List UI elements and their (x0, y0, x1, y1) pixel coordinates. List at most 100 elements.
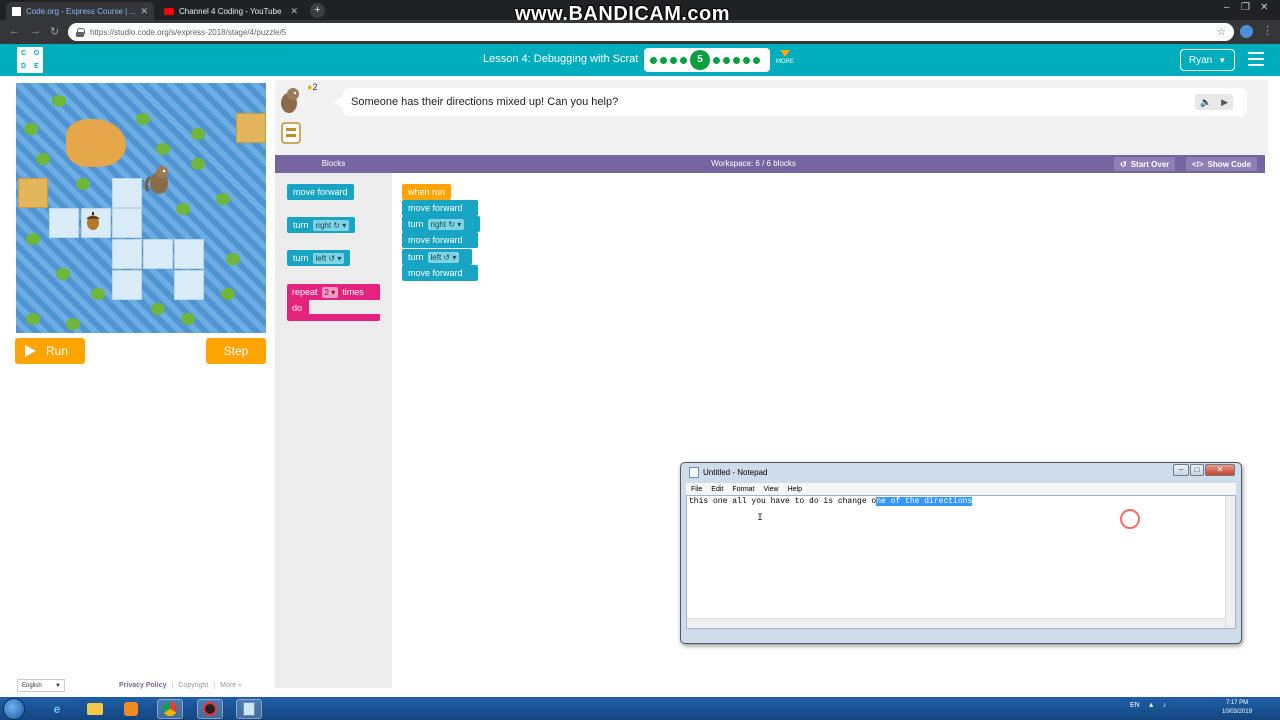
chrome-icon[interactable] (157, 699, 183, 719)
direction-dropdown[interactable]: right ↻ ▾ (312, 219, 350, 231)
footer-links: Privacy Policy | Copyright | More » (119, 682, 242, 689)
menu-edit[interactable]: Edit (711, 486, 723, 493)
notepad-text-area[interactable]: this one all you have to do is change on… (686, 495, 1236, 629)
when-run-block[interactable]: when run (402, 184, 452, 200)
speaker-icon[interactable]: 🔈 (1200, 97, 1211, 108)
scrat-character (144, 166, 168, 194)
step-button[interactable]: Step (206, 338, 266, 364)
direction-dropdown[interactable]: left ↺ ▾ (427, 251, 460, 263)
new-tab-button[interactable]: + (310, 3, 325, 18)
toolbox-repeat-block[interactable]: repeat 2 ▾ times do (287, 284, 380, 322)
direction-dropdown[interactable]: right ↻ ▾ (427, 218, 465, 230)
start-button[interactable] (3, 698, 25, 720)
block-label: move forward (408, 268, 463, 278)
progress-dot[interactable] (733, 56, 740, 64)
notepad-window: Untitled - Notepad – □ ✕ File Edit Forma… (680, 462, 1242, 644)
divider: | (213, 682, 216, 689)
program-move-forward-block[interactable]: move forward (402, 200, 478, 216)
lesson-title[interactable]: Lesson 4: Debugging with Scrat (483, 53, 638, 65)
speaker-icon[interactable]: ♪ (1163, 702, 1167, 709)
tab-youtube[interactable]: Channel 4 Coding - YouTube ✕ (158, 2, 304, 20)
run-button[interactable]: Run (15, 338, 85, 364)
bandicam-icon[interactable] (197, 699, 223, 719)
language-value: English (22, 682, 42, 689)
reload-icon[interactable]: ↻ (50, 25, 59, 38)
progress-dot[interactable] (753, 56, 760, 64)
menu-format[interactable]: Format (732, 486, 754, 493)
maximize-icon[interactable]: ❐ (1241, 2, 1250, 13)
toolbox-move-forward-block[interactable]: move forward (287, 184, 354, 200)
direction-dropdown[interactable]: left ↺ ▾ (312, 252, 345, 264)
close-icon[interactable]: ✕ (290, 6, 298, 17)
block-label: turn (293, 220, 309, 230)
internet-explorer-icon[interactable]: e (44, 699, 70, 719)
language-select[interactable]: English ▼ (17, 679, 65, 692)
start-over-button[interactable]: ↺ Start Over (1114, 157, 1176, 171)
game-visualization (16, 83, 266, 333)
play-icon[interactable]: ▶ (1221, 97, 1228, 108)
hamburger-menu-icon[interactable] (1248, 52, 1264, 68)
codeorg-logo[interactable]: C O D E (17, 47, 43, 73)
program-move-forward-block[interactable]: move forward (402, 265, 478, 281)
privacy-policy-link[interactable]: Privacy Policy (119, 682, 166, 689)
more-label: MORE (776, 59, 794, 65)
program-turn-left-block[interactable]: turn left ↺ ▾ (402, 249, 472, 265)
forward-icon[interactable]: → (30, 25, 41, 37)
selected-text: ne of the directions (876, 497, 973, 506)
progress-dot[interactable] (713, 56, 720, 64)
progress-dot[interactable] (723, 56, 730, 64)
notepad-taskbar-icon[interactable] (236, 699, 262, 719)
direction-value: left ↺ (430, 252, 451, 262)
system-clock[interactable]: 7:17 PM 10/03/2019 (1222, 699, 1252, 717)
blocks-header: Blocks (321, 159, 346, 168)
close-window-icon[interactable]: ✕ (1260, 2, 1268, 13)
profile-avatar[interactable] (1240, 25, 1253, 38)
menu-view[interactable]: View (764, 486, 779, 493)
lily-pad (66, 318, 80, 330)
show-code-button[interactable]: </> Show Code (1186, 157, 1258, 171)
lily-pad (36, 153, 50, 165)
menu-dots-icon[interactable]: ⋮ (1262, 24, 1273, 37)
menu-help[interactable]: Help (788, 486, 802, 493)
more-button[interactable]: MORE (775, 50, 795, 65)
lily-pad (26, 313, 40, 325)
close-icon[interactable]: ✕ (1205, 464, 1235, 476)
notepad-titlebar[interactable]: Untitled - Notepad (689, 467, 767, 478)
progress-dot[interactable] (743, 56, 750, 64)
ice-tile (112, 208, 142, 238)
program-move-forward-block[interactable]: move forward (402, 232, 478, 248)
network-icon[interactable]: ▲ (1148, 702, 1155, 709)
minimize-icon[interactable]: – (1173, 464, 1189, 476)
browser-nav-bar: ← → ↻ https://studio.code.org/s/express-… (0, 20, 1280, 44)
language-indicator[interactable]: EN (1130, 702, 1140, 709)
toolbox-turn-left-block[interactable]: turn left ↺ ▾ (287, 250, 351, 266)
program-turn-right-block[interactable]: turn right ↻ ▾ (402, 216, 480, 232)
more-link[interactable]: More » (220, 682, 242, 689)
block-hint-icon[interactable] (279, 120, 303, 146)
copyright-link[interactable]: Copyright (178, 682, 208, 689)
tab-codeorg[interactable]: Code.org - Express Course | ... ✕ (6, 2, 154, 20)
close-icon[interactable]: ✕ (140, 6, 148, 17)
repeat-count-dropdown[interactable]: 2 ▾ (321, 286, 339, 298)
media-player-icon[interactable] (118, 699, 144, 719)
progress-dot[interactable] (660, 56, 667, 64)
current-puzzle-dot[interactable]: 5 (690, 50, 710, 70)
minimize-icon[interactable]: – (1224, 2, 1230, 13)
progress-dot[interactable] (680, 56, 687, 64)
file-explorer-icon[interactable] (82, 699, 108, 719)
vertical-scrollbar[interactable] (1225, 496, 1235, 628)
horizontal-scrollbar[interactable] (687, 618, 1225, 628)
bookmark-star-icon[interactable]: ☆ (1217, 27, 1226, 38)
user-menu-button[interactable]: Ryan ▼ (1180, 49, 1235, 71)
menu-file[interactable]: File (691, 486, 702, 493)
lily-pad (56, 268, 70, 280)
progress-dot[interactable] (670, 56, 677, 64)
hint-indicator[interactable]: ●2 (307, 82, 317, 92)
address-bar[interactable]: https://studio.code.org/s/express-2018/s… (68, 23, 1234, 41)
block-label: move forward (293, 187, 348, 197)
maximize-icon[interactable]: □ (1190, 464, 1204, 476)
back-icon[interactable]: ← (9, 25, 20, 37)
toolbox-turn-right-block[interactable]: turn right ↻ ▾ (287, 217, 356, 233)
block-label: move forward (408, 235, 463, 245)
progress-dot[interactable] (650, 56, 657, 64)
